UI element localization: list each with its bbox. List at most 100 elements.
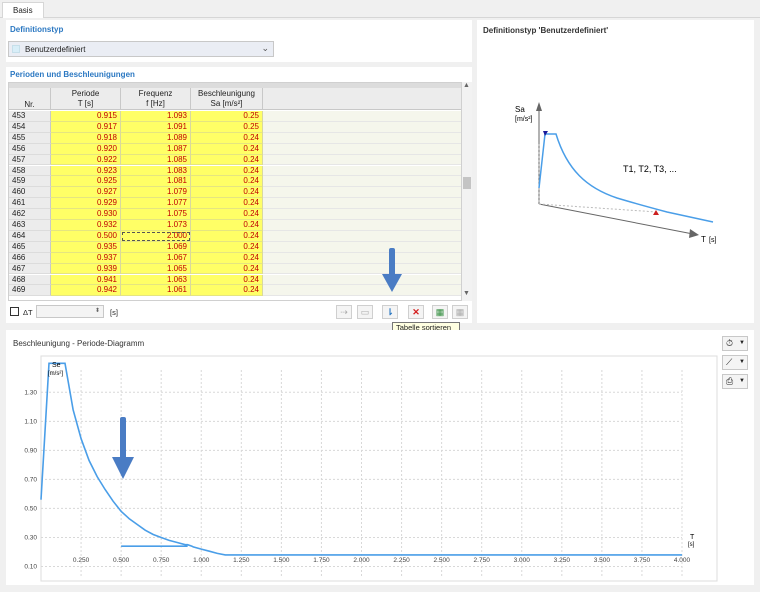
insert-rows-button[interactable]: ⇢ — [336, 305, 352, 319]
cell-frequency[interactable]: 1.063 — [121, 274, 191, 286]
dropdown-arrow-icon: ▼ — [739, 359, 745, 365]
cell-period[interactable]: 0.917 — [51, 121, 121, 133]
cell-acceleration[interactable]: 0.24 — [191, 252, 263, 264]
table-row[interactable]: 458 0.923 1.083 0.24 — [9, 165, 461, 177]
cell-frequency[interactable]: 1.065 — [121, 263, 191, 275]
sort-table-button[interactable]: ⇂ — [382, 305, 398, 319]
clear-button[interactable]: ▭ — [357, 305, 373, 319]
cell-period[interactable]: 0.923 — [51, 165, 121, 177]
cell-period[interactable]: 0.500 — [51, 230, 121, 242]
cell-acceleration[interactable]: 0.24 — [191, 285, 263, 297]
cell-frequency[interactable]: 1.073 — [121, 220, 191, 231]
cell-acceleration[interactable]: 0.24 — [191, 154, 263, 166]
cell-acceleration[interactable]: 0.24 — [191, 165, 263, 177]
cell-empty — [263, 111, 461, 122]
cell-frequency[interactable]: 1.091 — [121, 121, 191, 133]
row-number: 459 — [9, 176, 51, 188]
cell-frequency[interactable]: 1.093 — [121, 111, 191, 122]
cell-period[interactable]: 0.925 — [51, 176, 121, 188]
cell-acceleration[interactable]: 0.24 — [191, 263, 263, 275]
table-row[interactable]: 463 0.932 1.073 0.24 — [9, 220, 461, 231]
cell-acceleration[interactable]: 0.24 — [191, 209, 263, 220]
scroll-down-icon[interactable]: ▼ — [463, 290, 470, 297]
cell-frequency[interactable]: 1.083 — [121, 165, 191, 177]
import-button[interactable]: ▦ — [432, 305, 448, 319]
cell-period[interactable]: 0.942 — [51, 285, 121, 297]
cell-frequency[interactable]: 2.000 — [121, 230, 191, 242]
cell-period[interactable]: 0.927 — [51, 187, 121, 199]
delete-button[interactable]: ✕ — [408, 305, 424, 319]
view-options-button[interactable]: ⏱ ▼ — [722, 336, 748, 351]
header-empty — [263, 88, 461, 110]
cell-empty — [263, 165, 461, 177]
cell-acceleration[interactable]: 0.24 — [191, 274, 263, 286]
y-tick-label: 1.10 — [24, 418, 37, 425]
x-tick-label: 3.500 — [594, 557, 611, 564]
table-row[interactable]: 456 0.920 1.087 0.24 — [9, 143, 461, 155]
spinner-icon[interactable]: ⬍ — [95, 307, 100, 314]
scroll-up-icon[interactable]: ▲ — [463, 82, 470, 89]
print-button[interactable]: ⎙ ▼ — [722, 374, 748, 389]
cell-acceleration[interactable]: 0.24 — [191, 187, 263, 199]
cell-frequency[interactable]: 1.069 — [121, 241, 191, 253]
cell-frequency[interactable]: 1.089 — [121, 132, 191, 144]
table-row[interactable]: 461 0.929 1.077 0.24 — [9, 198, 461, 210]
table-row[interactable]: 454 0.917 1.091 0.25 — [9, 121, 461, 133]
table-row[interactable]: 455 0.918 1.089 0.24 — [9, 132, 461, 144]
table-row[interactable]: 459 0.925 1.081 0.24 — [9, 176, 461, 188]
y-tick-label: 0.70 — [24, 476, 37, 483]
graph-options-button[interactable]: ⟋ ▼ — [722, 355, 748, 370]
cell-acceleration[interactable]: 0.24 — [191, 220, 263, 231]
table-row[interactable]: 453 0.915 1.093 0.25 — [9, 111, 461, 122]
delta-input[interactable]: ⬍ — [36, 305, 104, 318]
preview-x-label: T — [701, 235, 706, 244]
cell-period[interactable]: 0.941 — [51, 274, 121, 286]
header-period-line2: T [s] — [77, 99, 94, 108]
cell-period[interactable]: 0.937 — [51, 252, 121, 264]
table-vertical-scrollbar[interactable]: ▲ ▼ — [462, 82, 472, 301]
scroll-thumb[interactable] — [463, 177, 471, 189]
cell-acceleration[interactable]: 0.25 — [191, 121, 263, 133]
row-number: 456 — [9, 143, 51, 155]
cell-frequency[interactable]: 1.079 — [121, 187, 191, 199]
table-row[interactable]: 457 0.922 1.085 0.24 — [9, 154, 461, 166]
table-row[interactable]: 462 0.930 1.075 0.24 — [9, 209, 461, 220]
cell-frequency[interactable]: 1.067 — [121, 252, 191, 264]
cell-frequency[interactable]: 1.077 — [121, 198, 191, 210]
cell-acceleration[interactable]: 0.24 — [191, 176, 263, 188]
cell-frequency[interactable]: 1.087 — [121, 143, 191, 155]
cell-acceleration[interactable]: 0.24 — [191, 132, 263, 144]
row-number: 453 — [9, 111, 51, 122]
cell-acceleration[interactable]: 0.25 — [191, 111, 263, 122]
cell-acceleration[interactable]: 0.24 — [191, 241, 263, 253]
cell-acceleration[interactable]: 0.24 — [191, 230, 263, 242]
x-tick-label: 1.250 — [233, 557, 250, 564]
cell-period[interactable]: 0.918 — [51, 132, 121, 144]
export-button[interactable]: ▦ — [452, 305, 468, 319]
table-title: Perioden und Beschleunigungen — [10, 70, 135, 79]
cell-period[interactable]: 0.932 — [51, 220, 121, 231]
cell-period[interactable]: 0.920 — [51, 143, 121, 155]
cell-period[interactable]: 0.935 — [51, 241, 121, 253]
x-tick-label: 1.500 — [273, 557, 290, 564]
cell-frequency[interactable]: 1.085 — [121, 154, 191, 166]
cell-frequency[interactable]: 1.081 — [121, 176, 191, 188]
cell-period[interactable]: 0.915 — [51, 111, 121, 122]
definition-title: Definitionstyp — [10, 25, 64, 34]
cell-period[interactable]: 0.922 — [51, 154, 121, 166]
row-number: 460 — [9, 187, 51, 199]
cell-acceleration[interactable]: 0.24 — [191, 143, 263, 155]
cell-acceleration[interactable]: 0.24 — [191, 198, 263, 210]
tab-basis[interactable]: Basis — [2, 2, 44, 18]
definition-type-select[interactable]: Benutzerdefiniert ⌄ — [8, 41, 274, 57]
cell-period[interactable]: 0.929 — [51, 198, 121, 210]
delta-checkbox[interactable] — [10, 307, 19, 316]
stopwatch-icon: ⏱ — [726, 338, 734, 348]
cell-period[interactable]: 0.939 — [51, 263, 121, 275]
cell-frequency[interactable]: 1.075 — [121, 209, 191, 220]
table-row[interactable]: 460 0.927 1.079 0.24 — [9, 187, 461, 199]
table-row[interactable]: 464 0.500 2.000 0.24 — [9, 230, 461, 242]
cell-frequency[interactable]: 1.061 — [121, 285, 191, 297]
arrow-annotation-diagram — [112, 417, 134, 479]
cell-period[interactable]: 0.930 — [51, 209, 121, 220]
